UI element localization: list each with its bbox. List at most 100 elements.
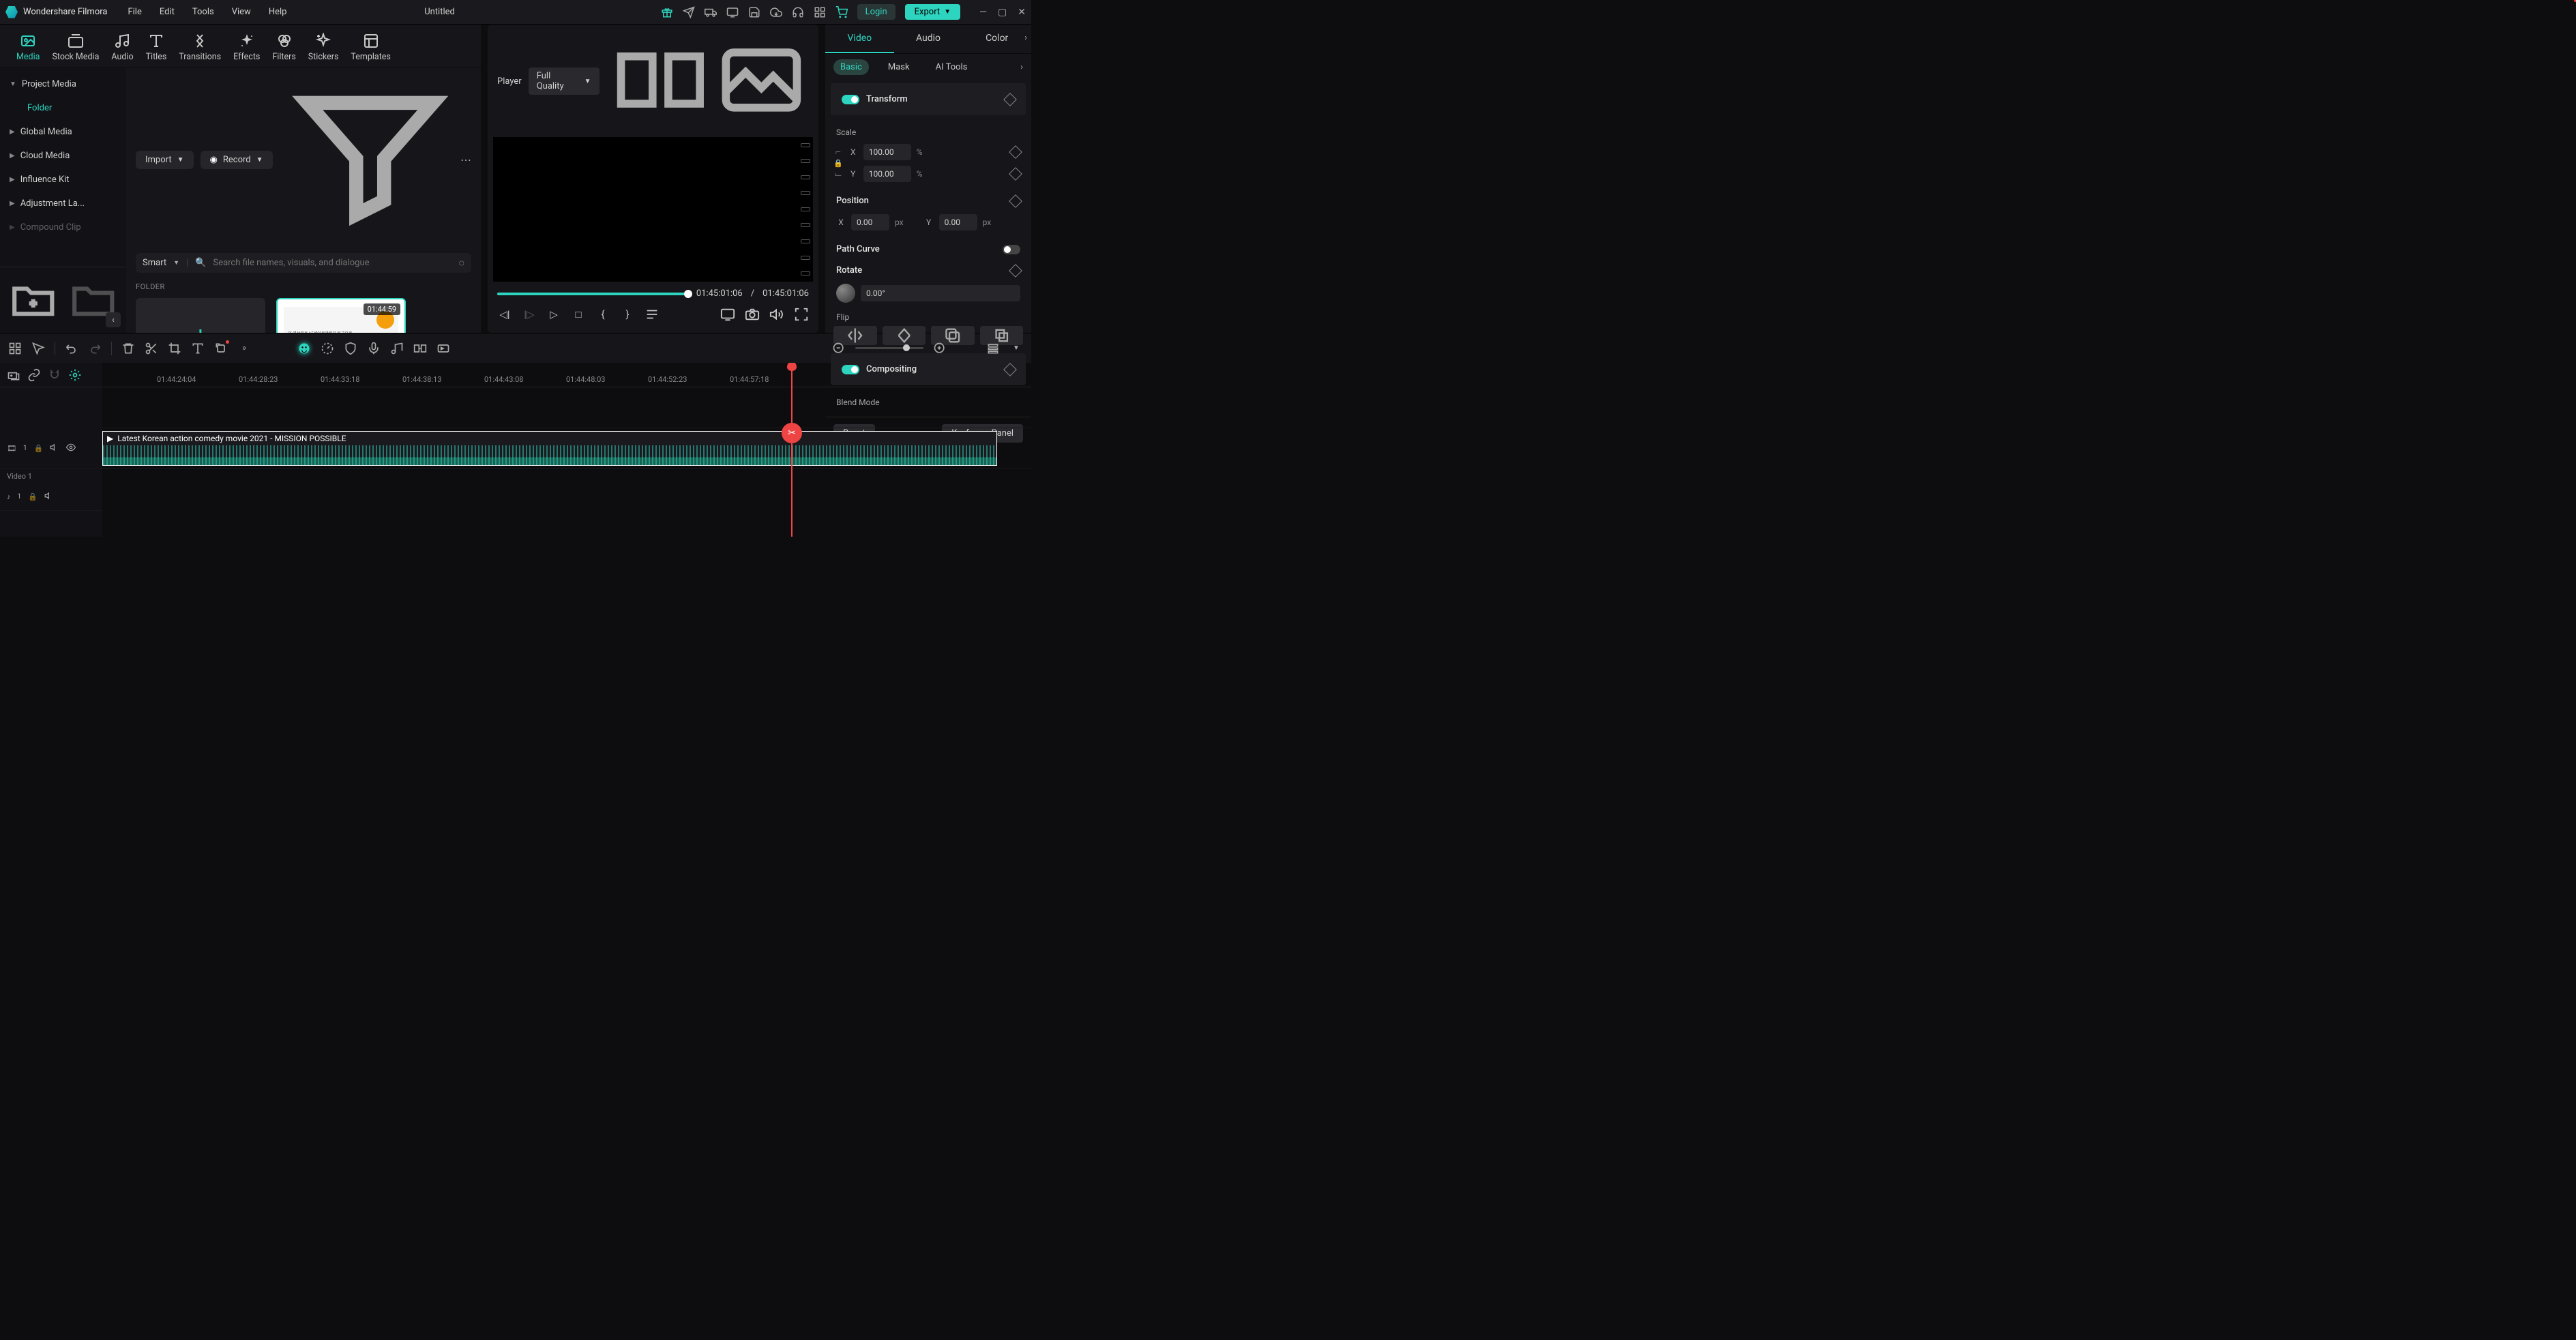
truck-icon[interactable] [705,6,717,18]
quality-dropdown[interactable]: Full Quality▼ [529,68,599,95]
fullscreen-icon[interactable] [794,307,809,322]
collapse-sidebar-button[interactable]: ‹ [106,312,121,327]
mark-out-button[interactable]: } [620,307,635,322]
props-tab-video[interactable]: Video [825,25,894,53]
tab-templates[interactable]: Templates [351,33,390,62]
cut-icon[interactable]: ✂ [782,423,802,443]
login-button[interactable]: Login [857,4,895,20]
close-icon[interactable]: ✕ [1018,7,1026,18]
volume-icon[interactable] [769,307,784,322]
sidebar-item-influence-kit[interactable]: ▶Influence Kit [0,168,126,192]
audio-track-header[interactable]: ♪1 🔒 [0,483,102,511]
next-frame-button[interactable]: |▷ [522,307,537,322]
music-icon[interactable] [390,342,404,355]
cut-icon[interactable] [145,342,158,355]
grid-icon[interactable] [8,342,22,355]
add-track-icon[interactable] [7,368,20,382]
chevron-right-icon[interactable]: › [1024,33,1027,43]
volume-icon[interactable] [44,491,54,503]
tab-filters[interactable]: Filters [272,33,295,62]
play-button[interactable]: ▷ [546,307,561,322]
aspect-icon[interactable] [436,342,450,355]
camera-icon[interactable] [745,307,760,322]
tab-transitions[interactable]: Transitions [179,33,221,62]
import-dropdown[interactable]: Import▼ [136,151,194,169]
magnet-icon[interactable] [48,368,61,382]
flip-vertical-button[interactable] [883,326,926,345]
tab-titles[interactable]: Titles [146,33,167,62]
delete-icon[interactable] [121,342,135,355]
timeline-ruler[interactable]: 01:44:24:04 01:44:28:23 01:44:33:18 01:4… [102,363,1031,387]
video-track[interactable]: ▶Latest Korean action comedy movie 2021 … [102,428,1031,469]
path-curve-toggle[interactable] [1003,245,1020,254]
maximize-icon[interactable]: ▢ [998,7,1007,18]
send-icon[interactable] [683,6,695,18]
timeline-tracks[interactable]: 01:44:24:04 01:44:28:23 01:44:33:18 01:4… [102,363,1031,537]
more-icon[interactable]: ⋯ [460,153,471,166]
sidebar-item-project-media[interactable]: ▼Project Media [0,72,126,96]
keyframe-icon[interactable] [1009,264,1022,278]
track-view-icon[interactable] [986,342,1000,355]
tab-media[interactable]: Media [16,33,40,62]
preview-video[interactable] [493,137,813,282]
record-dropdown[interactable]: ◉Record▼ [201,151,273,169]
gift-icon[interactable] [661,6,673,18]
snapshot-mode-icon[interactable] [714,33,809,130]
ai-button[interactable] [297,342,311,355]
sidebar-item-folder[interactable]: Folder [0,96,126,120]
sync-icon[interactable] [413,342,427,355]
tab-audio[interactable]: Audio [111,33,133,62]
subtab-mask[interactable]: Mask [881,59,917,75]
volume-icon[interactable] [50,443,59,454]
scale-y-input[interactable] [863,166,911,182]
tab-effects[interactable]: Effects [233,33,260,62]
zoom-in-icon[interactable] [933,342,947,355]
speed-icon[interactable] [321,342,334,355]
export-button[interactable]: Export▼ [905,4,960,20]
playhead[interactable]: ✂ [791,363,793,537]
props-tab-color[interactable]: Color [962,25,1031,53]
video-clip[interactable]: ▶Latest Korean action comedy movie 2021 … [102,431,997,466]
auto-icon[interactable] [68,368,82,382]
cursor-icon[interactable] [31,342,45,355]
display-icon[interactable] [720,307,735,322]
filter-icon[interactable] [286,75,454,245]
subtab-ai-tools[interactable]: AI Tools [929,59,975,75]
rotate-input[interactable] [861,285,1020,301]
scale-x-input[interactable] [863,144,911,160]
mic-icon[interactable] [367,342,381,355]
zoom-out-icon[interactable] [832,342,846,355]
compare-icon[interactable] [613,33,708,130]
smart-dropdown[interactable]: Smart [143,258,166,268]
menu-tools[interactable]: Tools [192,7,214,17]
minimize-icon[interactable]: — [979,7,987,18]
transform-toggle[interactable] [842,95,859,104]
headphones-icon[interactable] [792,6,804,18]
sidebar-item-cloud-media[interactable]: ▶Cloud Media [0,144,126,168]
props-tab-audio[interactable]: Audio [894,25,963,53]
marker-dropdown[interactable] [645,307,660,322]
mark-in-button[interactable]: { [595,307,610,322]
sidebar-item-compound-clip[interactable]: ▶Compound Clip [0,215,126,239]
monitor-icon[interactable] [726,6,739,18]
progress-slider[interactable] [497,293,688,295]
keyframe-icon[interactable] [1009,194,1022,208]
stop-button[interactable]: □ [571,307,586,322]
rotate-dial[interactable] [836,284,855,303]
crop-icon[interactable] [168,342,181,355]
chevron-down-icon[interactable]: ▼ [1009,342,1023,355]
keyframe-icon[interactable] [1009,145,1022,159]
cloud-icon[interactable] [770,6,782,18]
more-tools-icon[interactable]: » [237,342,251,355]
sidebar-item-adjustment-layer[interactable]: ▶Adjustment La... [0,192,126,215]
redo-icon[interactable] [88,342,102,355]
menu-file[interactable]: File [128,7,141,17]
eye-icon[interactable] [66,443,76,454]
link-icon[interactable] [27,368,41,382]
lock-icon[interactable]: 🔒 [833,159,843,168]
new-folder-icon[interactable] [8,273,59,326]
apps-icon[interactable] [814,6,826,18]
cart-icon[interactable] [835,6,848,18]
lock-icon[interactable]: 🔒 [28,492,38,501]
sidebar-item-global-media[interactable]: ▶Global Media [0,120,126,144]
